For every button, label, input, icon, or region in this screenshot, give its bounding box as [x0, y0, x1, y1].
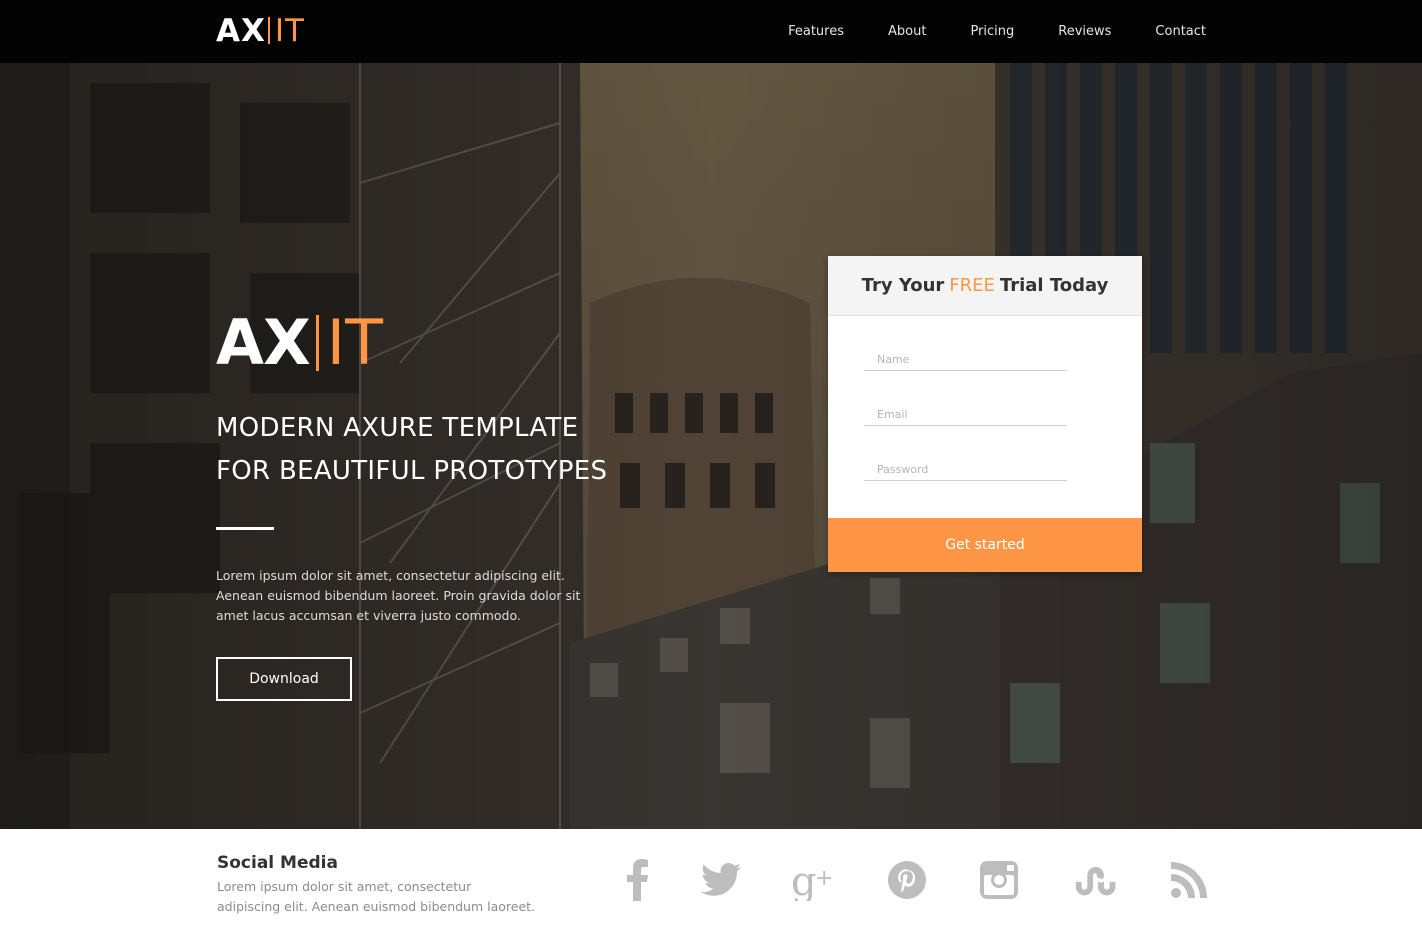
- instagram-icon[interactable]: [976, 857, 1022, 903]
- hero-logo-it: IT: [326, 306, 383, 379]
- twitter-icon[interactable]: [698, 857, 744, 903]
- password-input[interactable]: [864, 459, 1067, 479]
- social-footer: Social Media Lorem ipsum dolor sit amet,…: [0, 829, 1422, 930]
- rss-icon[interactable]: [1166, 857, 1212, 903]
- svg-text:+: +: [815, 866, 833, 891]
- password-field: [864, 459, 1067, 481]
- hero-headline-line1: MODERN AXURE TEMPLATE: [216, 413, 579, 443]
- trial-title-pre: Try Your: [861, 275, 945, 296]
- email-input[interactable]: [864, 404, 1067, 424]
- svg-text:g: g: [791, 859, 817, 901]
- social-icons: g +: [610, 857, 1210, 903]
- hero-headline-line2: FOR BEAUTIFUL PROTOTYPES: [216, 456, 608, 486]
- hero-logo: AX IT: [216, 311, 383, 375]
- google-plus-icon[interactable]: g +: [790, 857, 836, 903]
- hero-section: AX IT MODERN AXURE TEMPLATE FOR BEAUTIFU…: [0, 63, 1422, 829]
- nav-reviews[interactable]: Reviews: [1058, 22, 1111, 42]
- get-started-button[interactable]: Get started: [828, 518, 1142, 572]
- trial-signup-card: Try Your FREE Trial Today Get started: [828, 256, 1142, 572]
- trial-title-free: FREE: [949, 275, 995, 296]
- pinterest-icon[interactable]: [884, 857, 930, 903]
- header-logo-ax: AX: [216, 13, 266, 49]
- name-input[interactable]: [864, 349, 1067, 369]
- main-nav: Features About Pricing Reviews Contact: [788, 22, 1206, 42]
- hero-logo-ax: AX: [216, 306, 311, 379]
- social-description: Lorem ipsum dolor sit amet, consectetur …: [217, 879, 536, 914]
- email-field: [864, 404, 1067, 426]
- social-title: Social Media: [217, 853, 338, 873]
- hero-background-image: [0, 63, 1422, 829]
- hero-headline: MODERN AXURE TEMPLATE FOR BEAUTIFUL PROT…: [216, 407, 607, 493]
- download-button[interactable]: Download: [216, 657, 352, 701]
- header-logo-it: IT: [274, 13, 305, 49]
- facebook-icon[interactable]: [614, 857, 660, 903]
- trial-card-title: Try Your FREE Trial Today: [828, 256, 1142, 316]
- hero-description: Lorem ipsum dolor sit amet, consectetur …: [216, 568, 581, 623]
- top-navbar: AX IT Features About Pricing Reviews Cont…: [0, 0, 1422, 63]
- logo-divider: [267, 17, 270, 44]
- trial-title-post: Trial Today: [999, 275, 1109, 296]
- nav-pricing[interactable]: Pricing: [970, 22, 1014, 42]
- name-field: [864, 349, 1067, 371]
- hero-logo-divider: [315, 315, 319, 371]
- header-logo[interactable]: AX IT: [216, 13, 305, 49]
- stumbleupon-icon[interactable]: [1072, 857, 1118, 903]
- nav-about[interactable]: About: [888, 22, 926, 42]
- nav-features[interactable]: Features: [788, 22, 844, 42]
- hero-divider: [216, 527, 274, 530]
- nav-contact[interactable]: Contact: [1155, 22, 1206, 42]
